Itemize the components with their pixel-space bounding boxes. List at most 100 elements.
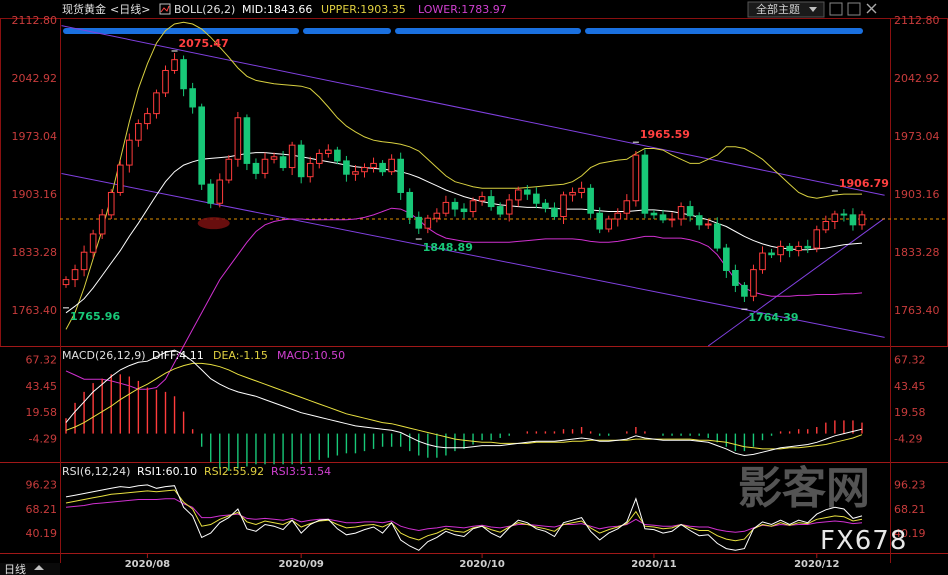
candle[interactable]	[180, 55, 187, 97]
candle[interactable]	[216, 173, 224, 208]
candle[interactable]	[804, 239, 812, 254]
maximize-icon[interactable]	[847, 2, 861, 16]
candle[interactable]	[741, 282, 748, 303]
candle[interactable]	[750, 264, 757, 302]
candle[interactable]	[361, 163, 368, 178]
candle[interactable]	[80, 245, 88, 277]
candle[interactable]	[116, 160, 124, 196]
candle[interactable]	[62, 276, 70, 288]
candle[interactable]	[514, 186, 522, 207]
candle[interactable]	[415, 211, 423, 234]
candle[interactable]	[433, 208, 441, 223]
candle[interactable]	[786, 243, 793, 258]
candle[interactable]	[107, 189, 115, 220]
candle[interactable]	[840, 209, 848, 222]
rsi-y-tick-right: 96.23	[894, 479, 926, 492]
candle[interactable]	[632, 150, 640, 207]
candle[interactable]	[306, 156, 314, 183]
candle[interactable]	[605, 215, 613, 233]
candle[interactable]	[171, 53, 178, 74]
candle[interactable]	[777, 240, 784, 263]
candle[interactable]	[641, 149, 649, 219]
candle-body	[741, 284, 748, 297]
candle[interactable]	[144, 107, 151, 130]
restore-icon[interactable]	[829, 2, 843, 16]
period-label: <日线>	[110, 2, 150, 16]
candle[interactable]	[325, 144, 332, 158]
candle[interactable]	[126, 133, 133, 173]
candle[interactable]	[686, 200, 694, 222]
candle[interactable]	[252, 158, 260, 180]
candle[interactable]	[551, 202, 558, 220]
candle-body	[189, 88, 196, 108]
candle[interactable]	[451, 198, 459, 217]
candle[interactable]	[334, 146, 341, 165]
candle[interactable]	[288, 141, 296, 176]
candle[interactable]	[813, 225, 821, 253]
candle[interactable]	[135, 119, 142, 147]
candle[interactable]	[315, 149, 323, 169]
price-y-tick-left: 2112.80	[12, 14, 58, 27]
candle[interactable]	[542, 199, 549, 213]
candle[interactable]	[587, 184, 594, 219]
candle[interactable]	[659, 209, 667, 224]
candle[interactable]	[677, 202, 685, 226]
candle[interactable]	[343, 155, 350, 182]
candle[interactable]	[189, 82, 196, 114]
candle[interactable]	[822, 215, 830, 234]
macd-panel[interactable]: 67.32 67.32 43.45 43.45 19.58 19.58 -4.29 -4.29	[26, 349, 926, 471]
theme-select[interactable]: 全部主题	[747, 1, 825, 18]
candle[interactable]	[162, 65, 169, 98]
candle[interactable]	[759, 246, 766, 274]
close-icon[interactable]	[866, 3, 877, 14]
candle[interactable]	[578, 181, 585, 199]
candle[interactable]	[505, 194, 513, 222]
candle[interactable]	[533, 187, 540, 209]
candle[interactable]	[71, 264, 79, 288]
candle[interactable]	[261, 152, 269, 179]
candle[interactable]	[424, 214, 432, 234]
candle[interactable]	[243, 114, 251, 171]
macd-header: MACD(26,12,9) DIFF:4.11 DEA:-1.15 MACD:1…	[62, 349, 345, 362]
candle[interactable]	[388, 154, 395, 176]
candle[interactable]	[379, 160, 386, 176]
candle[interactable]	[732, 264, 739, 293]
candle[interactable]	[198, 103, 205, 190]
candle[interactable]	[270, 152, 278, 164]
candle[interactable]	[650, 209, 658, 220]
candle-body	[325, 149, 332, 154]
candle[interactable]	[442, 195, 450, 217]
candle[interactable]	[469, 197, 477, 218]
candle[interactable]	[478, 191, 486, 206]
candle[interactable]	[723, 243, 730, 278]
candle[interactable]	[98, 209, 106, 239]
candle[interactable]	[397, 152, 404, 200]
candle[interactable]	[614, 208, 622, 227]
candle[interactable]	[795, 241, 802, 257]
candle[interactable]	[153, 89, 160, 119]
candle[interactable]	[297, 140, 305, 184]
candle[interactable]	[623, 194, 631, 220]
candle[interactable]	[831, 210, 839, 229]
macd-diff-value: DIFF:4.11	[152, 349, 204, 362]
chart-canvas[interactable]: 2020/08 2020/09 2020/10 2020/11 2020/12 现货黄金…	[0, 0, 948, 575]
watermark-logo: 影客网	[738, 463, 870, 514]
bottom-period-tab[interactable]: 日线	[4, 562, 26, 575]
price-panel[interactable]: 2075.47 1765.96 1848.89 1965.59 1764.39 1906.…	[12, 14, 948, 390]
candle[interactable]	[234, 111, 242, 167]
candle[interactable]	[695, 212, 703, 230]
candle[interactable]	[460, 203, 468, 219]
candle[interactable]	[569, 187, 576, 202]
candle[interactable]	[668, 212, 676, 228]
candle-body	[270, 156, 278, 160]
candle-body	[261, 158, 269, 174]
candle[interactable]	[352, 165, 359, 181]
candle[interactable]	[858, 210, 866, 230]
x-axis-date-label: 2020/08	[125, 559, 170, 570]
candle[interactable]	[370, 157, 377, 173]
candle[interactable]	[225, 155, 233, 184]
candle[interactable]	[406, 188, 414, 224]
candle[interactable]	[768, 248, 775, 259]
candle[interactable]	[849, 208, 857, 231]
candle[interactable]	[487, 189, 495, 211]
